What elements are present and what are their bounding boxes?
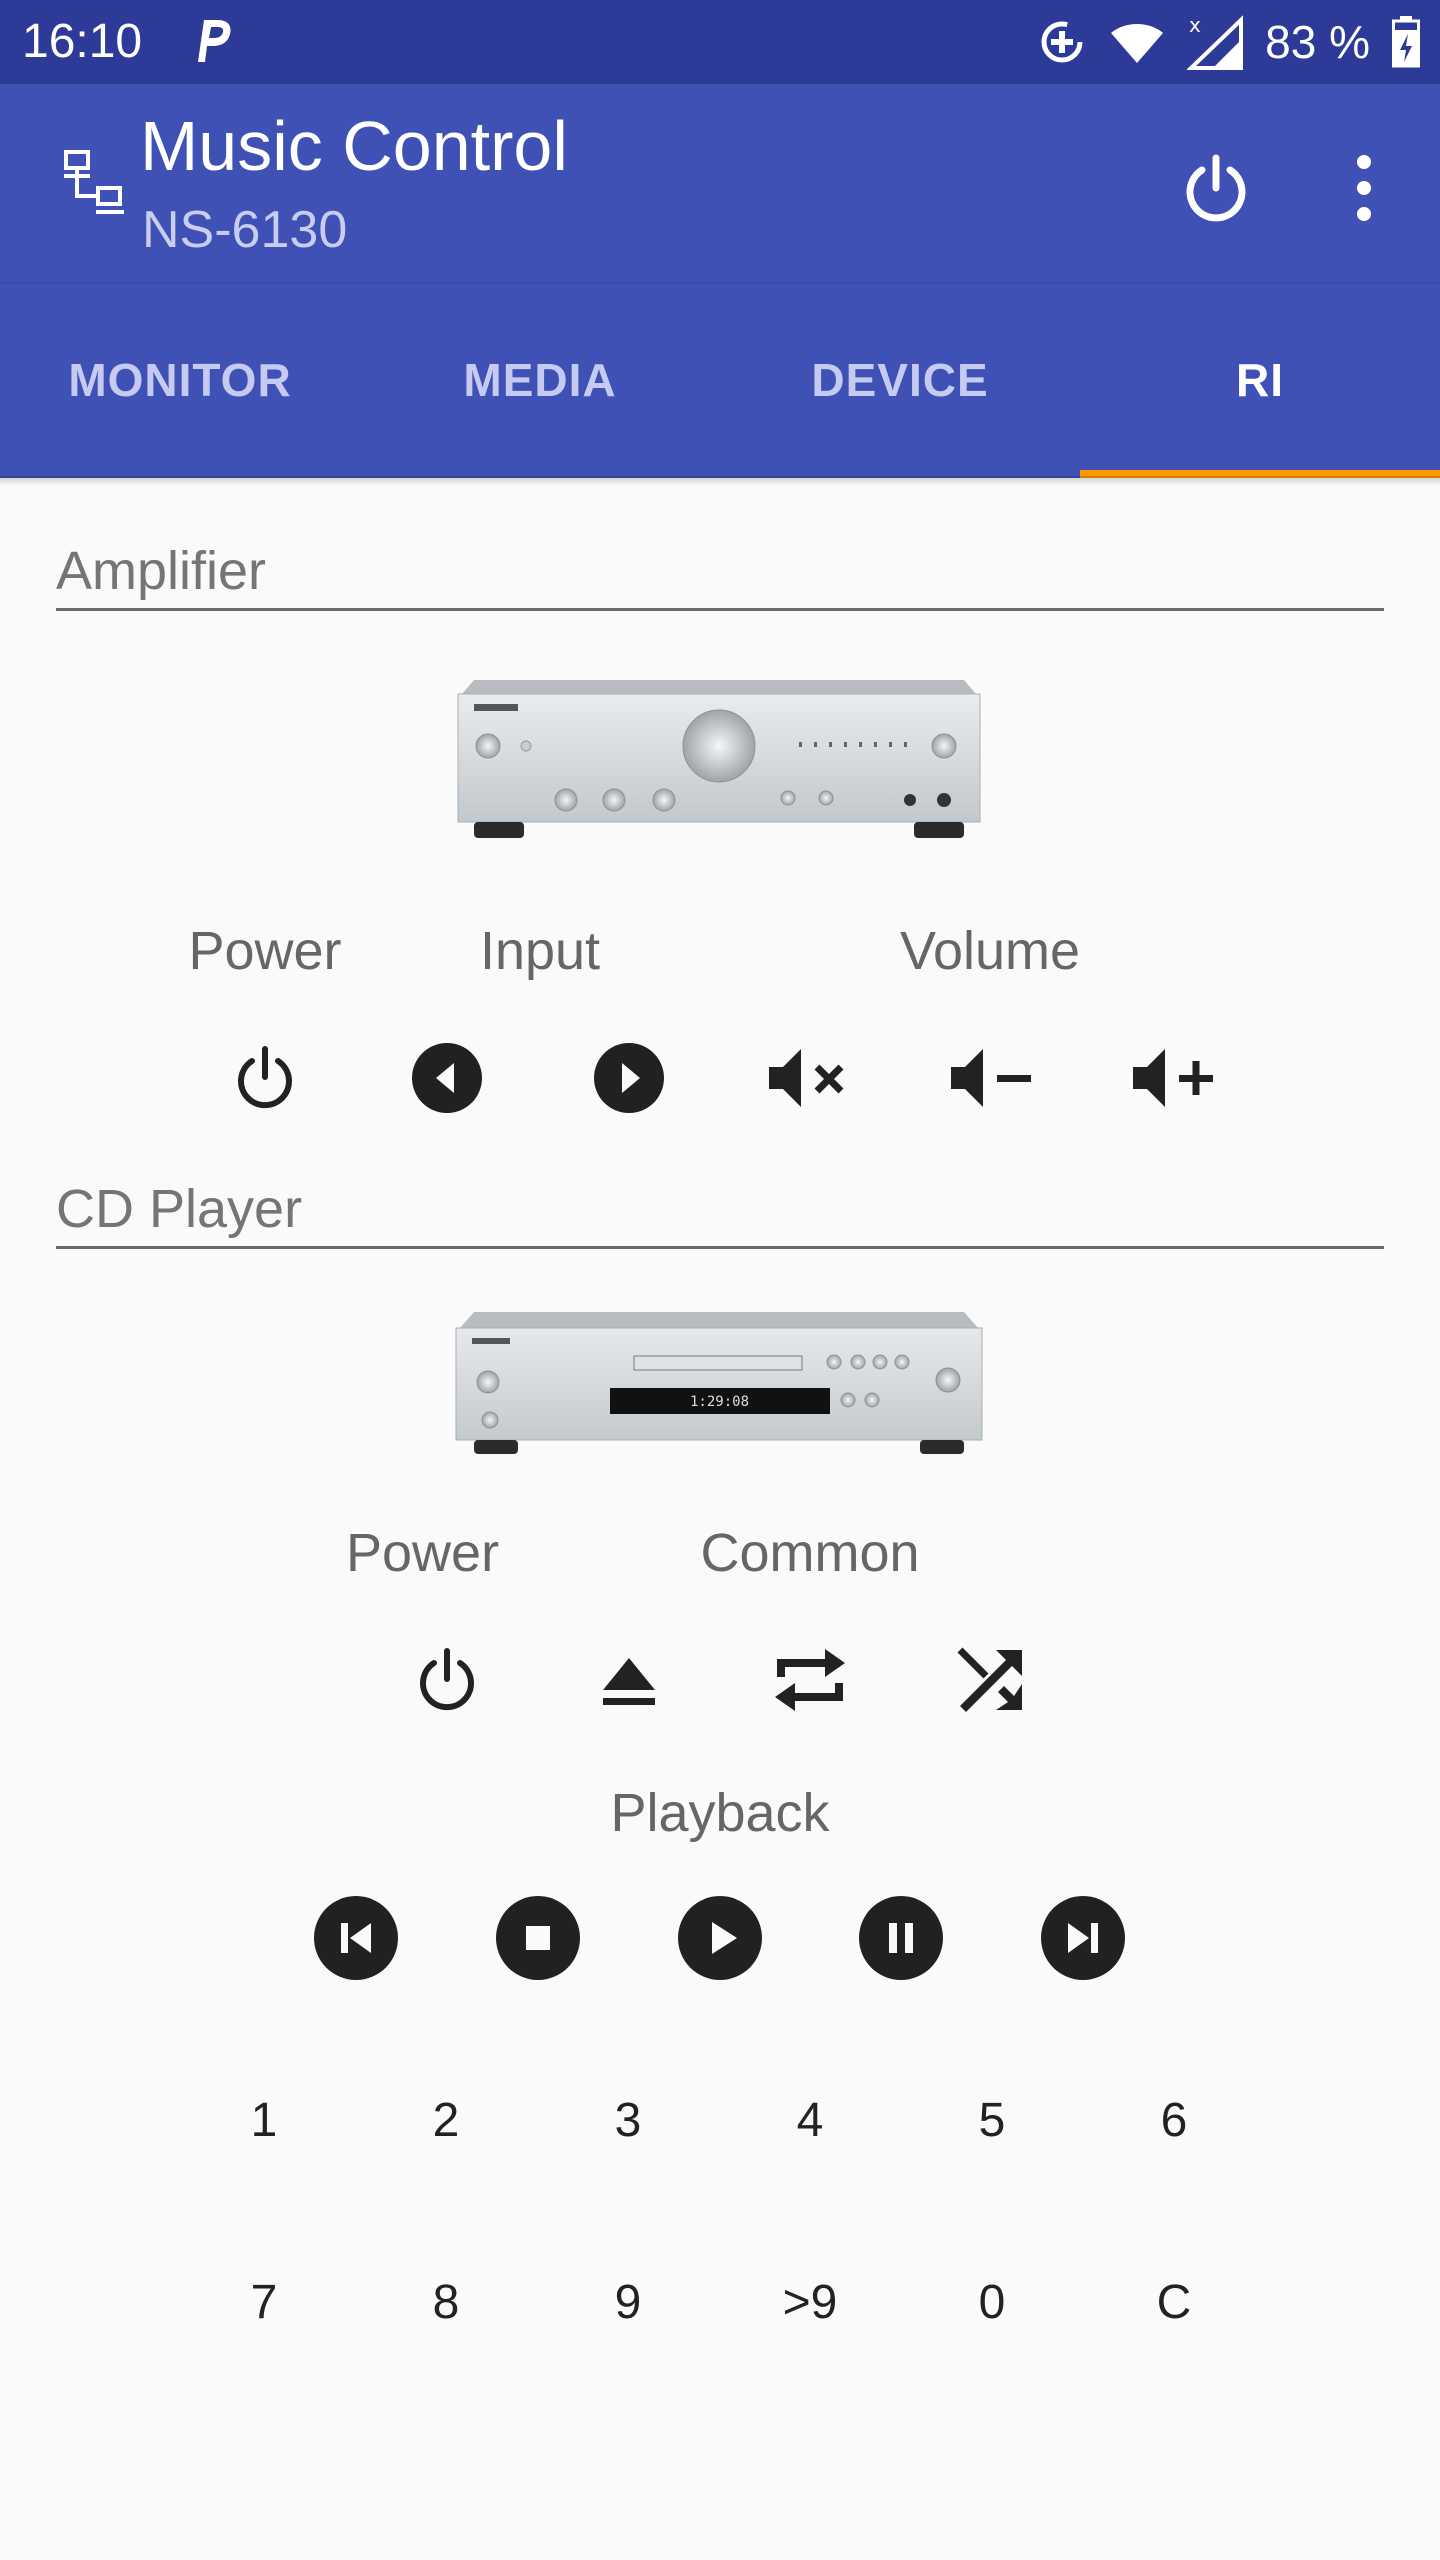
input-next-icon (594, 1043, 664, 1113)
cd-power-button[interactable] (392, 1625, 502, 1735)
data-saver-icon (1041, 21, 1083, 63)
mute-icon (769, 1049, 844, 1107)
parking-app-icon (198, 20, 231, 62)
svg-text:x: x (1189, 14, 1201, 37)
keypad-8[interactable]: 8 (386, 2252, 506, 2352)
stop-icon (496, 1896, 580, 1980)
amplifier-image (457, 680, 981, 838)
power-icon (238, 1046, 292, 1109)
repeat-icon (775, 1649, 845, 1711)
eject-icon (603, 1658, 655, 1705)
pause-button[interactable] (846, 1883, 956, 1993)
tab-shadow (0, 476, 1440, 486)
play-icon (678, 1896, 762, 1980)
signal-icon: x (1187, 14, 1244, 70)
pause-icon (859, 1896, 943, 1980)
status-time: 16:10 (22, 15, 143, 68)
amplifier-power-label: Power (188, 921, 342, 981)
keypad-4[interactable]: 4 (750, 2070, 870, 2170)
amplifier-input-label: Input (479, 921, 601, 981)
skip-next-button[interactable] (1028, 1883, 1138, 1993)
cd-common-label: Common (700, 1523, 920, 1583)
wifi-icon (1111, 24, 1164, 63)
shuffle-icon (957, 1647, 1022, 1712)
skip-previous-button[interactable] (301, 1883, 411, 1993)
amplifier-power-button[interactable] (210, 1023, 320, 1133)
keypad-2[interactable]: 2 (386, 2070, 506, 2170)
keypad-3[interactable]: 3 (568, 2070, 688, 2170)
keypad-7[interactable]: 7 (204, 2252, 324, 2352)
svg-text:1:29:08: 1:29:08 (690, 1394, 749, 1410)
tab-ri[interactable]: RI (1080, 284, 1440, 476)
tab-media[interactable]: MEDIA (360, 284, 720, 476)
status-bar: 16:10 x 83 % (0, 0, 1440, 84)
keypad-1[interactable]: 1 (204, 2070, 324, 2170)
skip-previous-icon (314, 1896, 398, 1980)
keypad-0[interactable]: 0 (932, 2252, 1052, 2352)
device-name: NS-6130 (142, 201, 348, 259)
amplifier-section-title: Amplifier (56, 540, 1384, 611)
amplifier-volume-label: Volume (899, 921, 1081, 981)
power-icon (420, 1648, 474, 1711)
input-previous-icon (412, 1043, 482, 1113)
keypad-greater-than-9[interactable]: >9 (750, 2252, 870, 2352)
cd-power-label: Power (346, 1523, 500, 1583)
input-previous-button[interactable] (392, 1023, 502, 1133)
volume-up-button[interactable] (1119, 1023, 1229, 1133)
keypad-9[interactable]: 9 (568, 2252, 688, 2352)
network-devices-icon (64, 150, 124, 214)
keypad-clear[interactable]: C (1114, 2252, 1234, 2352)
app-title: Music Control (140, 107, 568, 185)
volume-down-button[interactable] (937, 1023, 1047, 1133)
more-options-icon[interactable] (1334, 148, 1394, 228)
input-next-button[interactable] (574, 1023, 684, 1133)
eject-button[interactable] (574, 1625, 684, 1735)
tab-bar: MONITOR MEDIA DEVICE RI (0, 282, 1440, 478)
skip-next-icon (1041, 1896, 1125, 1980)
status-icons: x 83 % (1037, 10, 1420, 74)
tab-monitor[interactable]: MONITOR (0, 284, 360, 476)
stop-button[interactable] (483, 1883, 593, 1993)
power-icon[interactable] (1178, 150, 1254, 226)
shuffle-button[interactable] (937, 1625, 1047, 1735)
app-bar: Music Control NS-6130 (0, 84, 1440, 282)
cd-player-section-title: CD Player (56, 1178, 1384, 1249)
volume-up-icon (1133, 1049, 1213, 1107)
volume-down-icon (951, 1049, 1031, 1107)
keypad-5[interactable]: 5 (932, 2070, 1052, 2170)
repeat-button[interactable] (755, 1625, 865, 1735)
tab-device[interactable]: DEVICE (720, 284, 1080, 476)
cd-player-image: 1:29:08 (455, 1312, 983, 1454)
cd-playback-label: Playback (610, 1783, 830, 1843)
battery-charging-icon (1392, 16, 1420, 68)
play-button[interactable] (665, 1883, 775, 1993)
keypad-6[interactable]: 6 (1114, 2070, 1234, 2170)
battery-percentage: 83 % (1265, 16, 1370, 68)
mute-button[interactable] (755, 1023, 865, 1133)
